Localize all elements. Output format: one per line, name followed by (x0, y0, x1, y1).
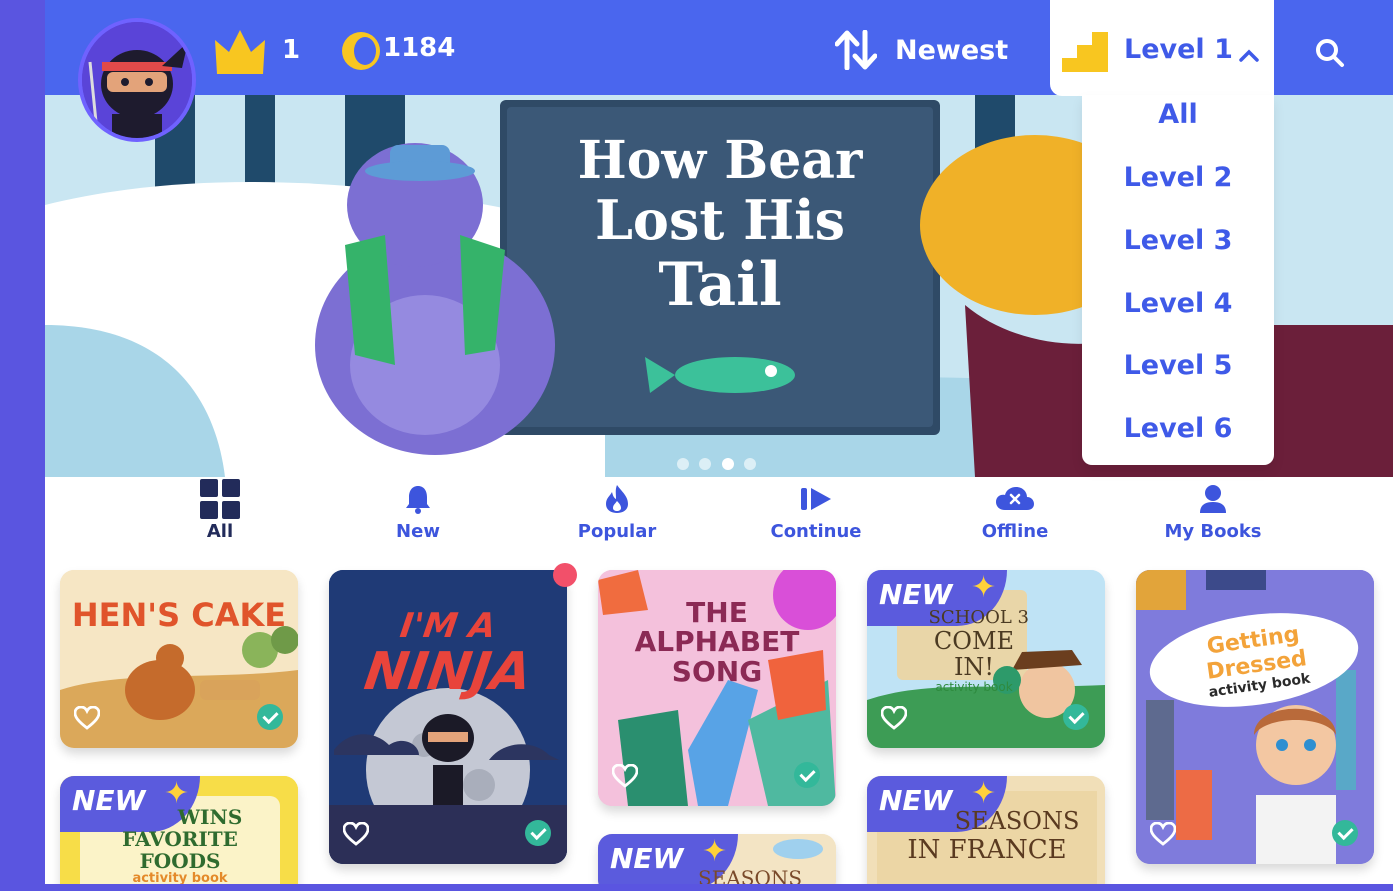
sparkle-icon: ✦ (702, 834, 728, 869)
tab-new[interactable]: New (343, 477, 493, 542)
book-card-favorite-foods[interactable]: NEW ✦ WINS FAVORITE FOODS activity book (60, 776, 298, 884)
tab-my-books-label: My Books (1164, 521, 1262, 542)
tab-continue-label: Continue (770, 521, 862, 542)
book-title-line2: IN FRANCE (907, 834, 1067, 865)
tab-new-label: New (396, 521, 440, 542)
sort-button[interactable]: Newest (835, 30, 1008, 70)
completed-check-icon (1332, 820, 1358, 846)
sort-arrows-icon (835, 30, 877, 70)
book-title-line1: THE (686, 596, 748, 629)
banner-title-line3: Tail (658, 250, 782, 320)
book-title-line2: COME IN! (933, 626, 1015, 682)
book-card-im-a-ninja[interactable]: I'M A NINJA (329, 570, 567, 864)
heart-icon[interactable] (1150, 822, 1176, 846)
book-card-alphabet-song[interactable]: THE ALPHABET SONG (598, 570, 836, 806)
book-subtitle: activity book (935, 679, 1013, 694)
level-option-2[interactable]: Level 2 (1082, 162, 1274, 193)
level-label: Level 1 (1124, 34, 1233, 65)
book-card-school-3[interactable]: NEW ✦ SCHOOL 3 COME IN! activity book (867, 570, 1105, 748)
crown-icon (215, 30, 265, 74)
level-dropdown: All Level 2 Level 3 Level 4 Level 5 Leve… (1082, 95, 1274, 465)
book-title-line2: FAVORITE FOODS (122, 827, 238, 873)
tab-popular[interactable]: Popular (542, 477, 692, 542)
book-title-line2: ALPHABET (634, 625, 800, 659)
tab-offline[interactable]: Offline (940, 477, 1090, 542)
book-card-hens-cake[interactable]: HEN'S CAKE (60, 570, 298, 748)
book-title: HEN'S CAKE (71, 596, 287, 634)
level-option-4[interactable]: Level 4 (1082, 288, 1274, 319)
tab-continue[interactable]: Continue (741, 477, 891, 542)
resume-icon (801, 488, 831, 510)
tab-popular-label: Popular (577, 521, 657, 542)
banner-title: How Bear Lost His Tail (507, 130, 933, 320)
heart-icon[interactable] (612, 764, 638, 788)
category-tabs: All New Popular Continue Offline My Book… (45, 477, 1393, 557)
search-icon[interactable] (1315, 38, 1345, 68)
book-title-line1: SCHOOL 3 (928, 607, 1029, 628)
cloud-icon (996, 487, 1034, 510)
banner-title-line2: Lost His (594, 188, 846, 252)
flame-icon (606, 485, 628, 513)
book-title: THE ALPHABET SONG (598, 596, 836, 688)
coin-icon (342, 32, 380, 70)
book-card-getting-dressed[interactable]: Getting Dressed activity book (1136, 570, 1374, 864)
banner-title-line1: How Bear (577, 130, 863, 191)
book-card-seasons-in-france[interactable]: NEW ✦ SEASONS IN FRANCE (867, 776, 1105, 884)
level-option-6[interactable]: Level 6 (1082, 413, 1274, 444)
tab-all[interactable]: All (145, 477, 295, 542)
top-bar: 1 1184 Newest Level 1 (45, 0, 1393, 96)
book-title-line1: I'M A (397, 606, 499, 646)
book-title: SCHOOL 3 COME IN! activity book (919, 608, 1029, 694)
completed-check-icon (1063, 704, 1089, 730)
stairs-icon (1062, 32, 1108, 72)
coin-count: 1184 (383, 33, 456, 63)
book-title-line1: SEASONS (954, 807, 1080, 835)
level-selector[interactable]: Level 1 (1050, 0, 1274, 96)
completed-check-icon (794, 762, 820, 788)
heart-icon[interactable] (881, 706, 907, 730)
sparkle-icon: ✦ (971, 776, 997, 811)
person-icon (1200, 485, 1226, 513)
book-title-line3: SONG (671, 654, 763, 688)
book-subtitle: activity book (132, 871, 228, 884)
completed-check-icon (257, 704, 283, 730)
book-title-line1: WINS (177, 805, 243, 829)
level-option-3[interactable]: Level 3 (1082, 225, 1274, 256)
avatar[interactable] (78, 18, 196, 142)
ninja-avatar-icon (82, 22, 192, 138)
title-bubble-shape (1149, 613, 1359, 707)
tab-my-books[interactable]: My Books (1138, 477, 1288, 542)
book-card-seasons[interactable]: NEW ✦ SEASONS (598, 834, 836, 884)
tab-offline-label: Offline (981, 521, 1049, 542)
sort-label: Newest (895, 34, 1009, 66)
bell-icon (406, 486, 430, 514)
chevron-up-icon (1239, 49, 1259, 62)
notification-dot (553, 563, 577, 587)
heart-icon[interactable] (343, 822, 369, 846)
sparkle-icon: ✦ (971, 570, 997, 605)
book-title-line1: SEASONS (698, 866, 803, 884)
completed-check-icon (525, 820, 551, 846)
level-option-5[interactable]: Level 5 (1082, 350, 1274, 381)
grid-icon (200, 479, 240, 519)
book-title: SEASONS IN FRANCE (887, 807, 1087, 865)
heart-icon[interactable] (74, 706, 100, 730)
book-title: WINS FAVORITE FOODS activity book (80, 806, 280, 884)
book-title-line2: NINJA (360, 642, 536, 702)
crown-count: 1 (282, 35, 301, 65)
tab-all-label: All (206, 521, 234, 542)
level-option-all[interactable]: All (1082, 99, 1274, 130)
app-window: How Bear Lost His Tail 1 1184 Newest Lev… (45, 0, 1393, 884)
